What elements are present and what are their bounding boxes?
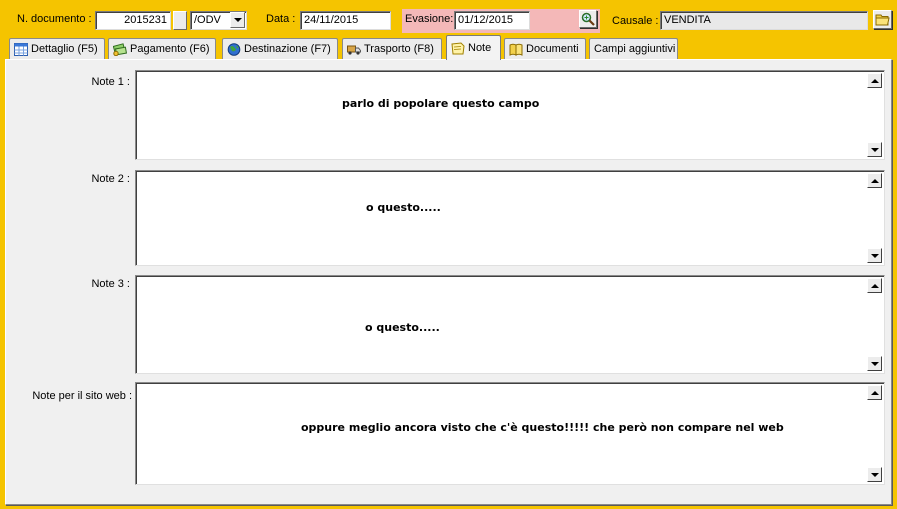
globe-icon bbox=[227, 42, 241, 56]
note-icon bbox=[451, 41, 465, 54]
tab-destinazione[interactable]: Destinazione (F7) bbox=[222, 38, 338, 59]
note1-scroll-up[interactable] bbox=[867, 73, 882, 88]
arrow-up-icon bbox=[870, 390, 879, 395]
evasione-label: Evasione: bbox=[405, 13, 454, 25]
note1-text: parlo di popolare questo campo bbox=[342, 97, 540, 110]
note-web-text: oppure meglio ancora visto che c'è quest… bbox=[301, 421, 784, 434]
truck-icon bbox=[347, 45, 361, 55]
folder-icon bbox=[875, 14, 890, 26]
note-web-scroll-down[interactable] bbox=[867, 467, 882, 482]
note1-label: Note 1 : bbox=[91, 76, 130, 88]
tab-trasporto[interactable]: Trasporto (F8) bbox=[342, 38, 442, 59]
note2-textarea[interactable]: o questo..... bbox=[135, 170, 885, 266]
tab-dettaglio-label: Dettaglio (F5) bbox=[31, 43, 98, 55]
arrow-down-icon bbox=[870, 147, 879, 152]
note3-scroll-down[interactable] bbox=[867, 356, 882, 371]
arrow-up-icon bbox=[870, 283, 879, 288]
date-label: Data : bbox=[266, 13, 296, 25]
chevron-down-icon bbox=[233, 18, 242, 22]
note2-scroll-down[interactable] bbox=[867, 248, 882, 263]
arrow-up-icon bbox=[870, 78, 879, 83]
series-dropdown-button[interactable] bbox=[230, 12, 245, 28]
tab-campi-aggiuntivi[interactable]: Campi aggiuntivi bbox=[589, 38, 678, 59]
note-web-label: Note per il sito web : bbox=[32, 390, 132, 402]
doc-number-spin-button[interactable] bbox=[173, 11, 187, 30]
note3-text: o questo..... bbox=[365, 321, 440, 334]
note3-label: Note 3 : bbox=[91, 278, 130, 290]
note2-text: o questo..... bbox=[366, 201, 441, 214]
evasione-lookup-button[interactable] bbox=[579, 10, 597, 28]
doc-number-label: N. documento : bbox=[17, 13, 92, 25]
tab-note[interactable]: Note bbox=[446, 35, 501, 60]
arrow-down-icon bbox=[870, 253, 879, 258]
tab-dettaglio[interactable]: Dettaglio (F5) bbox=[9, 38, 105, 59]
arrow-down-icon bbox=[870, 472, 879, 477]
note-web-textarea[interactable]: oppure meglio ancora visto che c'è quest… bbox=[135, 382, 885, 485]
note-web-scroll-up[interactable] bbox=[867, 385, 882, 400]
tab-documenti[interactable]: Documenti bbox=[504, 38, 586, 59]
grid-icon bbox=[14, 42, 28, 56]
tab-campi-aggiuntivi-label: Campi aggiuntivi bbox=[594, 43, 676, 55]
money-icon bbox=[113, 42, 127, 56]
note2-label: Note 2 : bbox=[91, 173, 130, 185]
tab-pagamento-label: Pagamento (F6) bbox=[130, 43, 210, 55]
note-panel: Note 1 : parlo di popolare questo campo … bbox=[5, 59, 892, 505]
note3-scroll-up[interactable] bbox=[867, 278, 882, 293]
note1-scroll-down[interactable] bbox=[867, 142, 882, 157]
date-field[interactable]: 24/11/2015 bbox=[300, 11, 391, 30]
arrow-down-icon bbox=[870, 361, 879, 366]
causale-label: Causale : bbox=[612, 15, 659, 27]
book-icon bbox=[509, 43, 523, 56]
note2-scroll-up[interactable] bbox=[867, 173, 882, 188]
causale-browse-button[interactable] bbox=[873, 10, 892, 29]
evasione-date-field[interactable]: 01/12/2015 bbox=[454, 11, 530, 30]
note1-textarea[interactable]: parlo di popolare questo campo bbox=[135, 70, 885, 160]
tab-pagamento[interactable]: Pagamento (F6) bbox=[108, 38, 216, 59]
doc-number-field[interactable]: 2015231 bbox=[95, 11, 171, 30]
tab-note-label: Note bbox=[468, 42, 492, 54]
arrow-up-icon bbox=[870, 178, 879, 183]
series-select-value: /ODV bbox=[194, 14, 221, 26]
note3-textarea[interactable]: o questo..... bbox=[135, 275, 885, 374]
causale-field[interactable]: VENDITA bbox=[660, 11, 868, 30]
magnifier-icon bbox=[581, 12, 595, 26]
tab-documenti-label: Documenti bbox=[526, 43, 579, 55]
tab-trasporto-label: Trasporto (F8) bbox=[364, 43, 434, 55]
tab-destinazione-label: Destinazione (F7) bbox=[244, 43, 331, 55]
